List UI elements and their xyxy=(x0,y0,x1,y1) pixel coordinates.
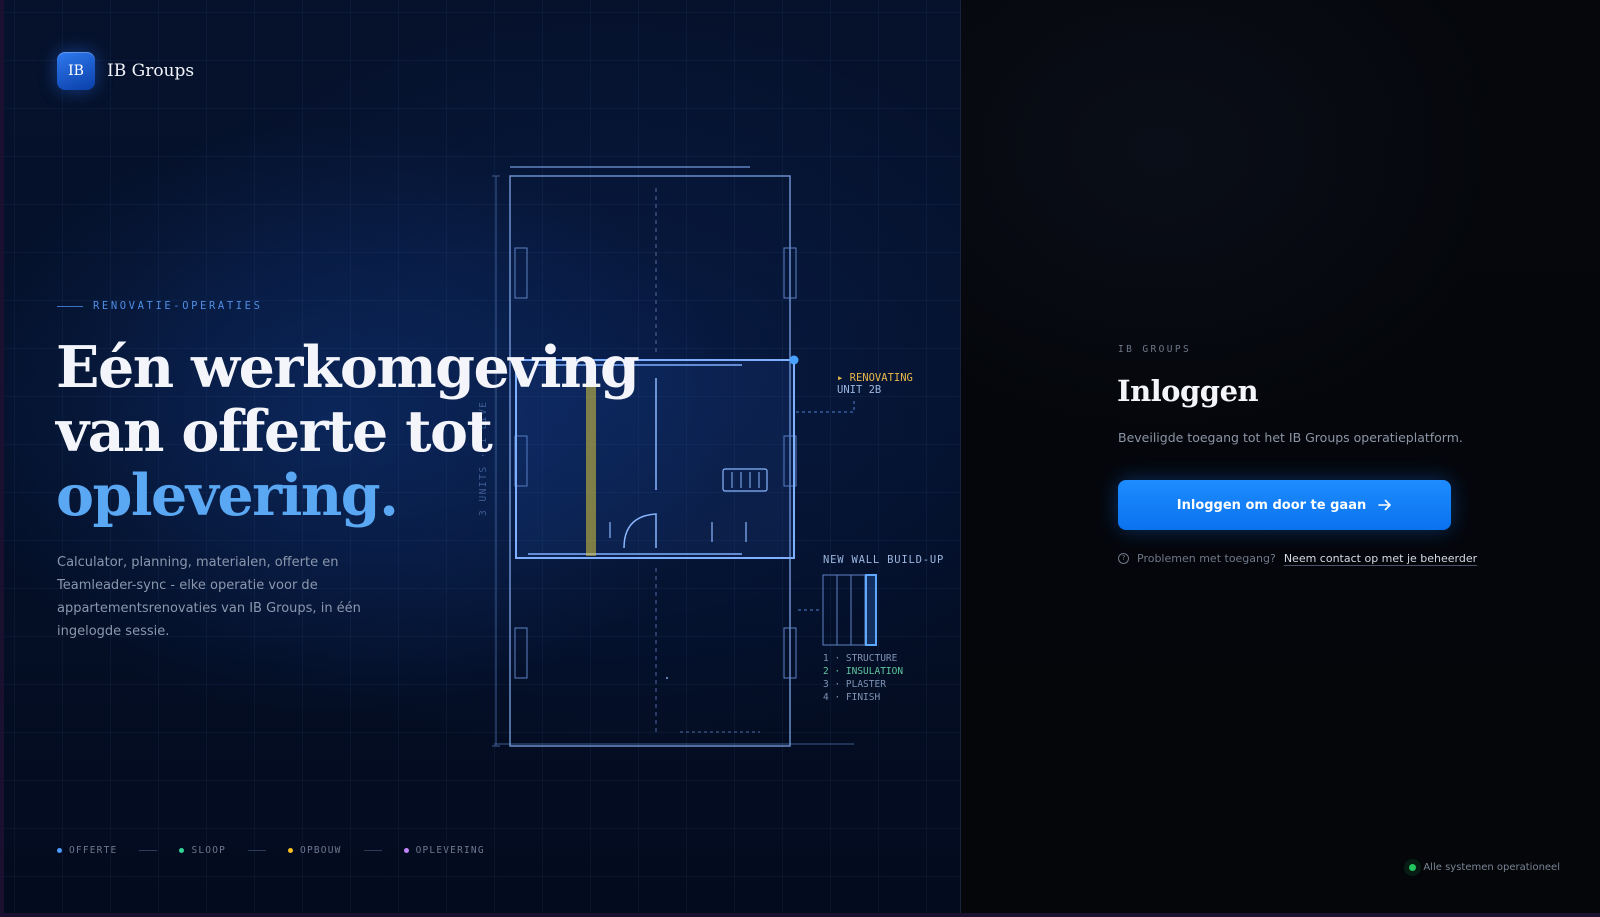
status-text: Alle systemen operationeel xyxy=(1423,862,1560,873)
login-button[interactable]: Inloggen om door te gaan xyxy=(1118,480,1451,530)
phase-label: OFFERTE xyxy=(69,845,118,856)
phase-label: OPBOUW xyxy=(300,845,342,856)
login-kicker: IB GROUPS xyxy=(1118,344,1192,355)
hero-headline: Eén werkomgeving van offerte tot oplever… xyxy=(56,336,716,528)
phase-dot xyxy=(288,848,294,853)
help-text: Problemen met toegang? xyxy=(1137,552,1276,565)
buildup-layer-structure xyxy=(822,574,838,646)
logo-badge: IB xyxy=(57,52,95,90)
buildup-layer-insulation xyxy=(836,574,852,646)
phase-opbouw: OPBOUW xyxy=(288,845,342,856)
brand-name: IB Groups xyxy=(107,61,195,81)
contact-admin-link[interactable]: Neem contact op met je beheerder xyxy=(1284,552,1477,565)
phase-separator xyxy=(139,850,158,851)
renovating-label: ▸ RENOVATING xyxy=(837,372,913,384)
access-help: ? Problemen met toegang? Neem contact op… xyxy=(1118,552,1477,565)
eyebrow-text: RENOVATIE-OPERATIES xyxy=(93,300,263,312)
headline-line-2: van offerte tot xyxy=(56,398,493,465)
layer-label: 4 · FINISH xyxy=(823,692,880,703)
brand-logo: IB IB Groups xyxy=(57,52,194,90)
phase-sloop: SLOOP xyxy=(179,845,226,856)
hero-description: Calculator, planning, materialen, offert… xyxy=(57,555,361,639)
phase-separator xyxy=(248,850,267,851)
arrow-right-icon xyxy=(1378,499,1392,511)
status-dot-icon xyxy=(1409,864,1417,871)
phase-timeline: OFFERTE SLOOP OPBOUW OPLEVERING xyxy=(57,845,485,856)
layer-label: 2 · INSULATION xyxy=(823,666,903,677)
buildup-layer-finish xyxy=(865,574,877,646)
phase-oplevering: OPLEVERING xyxy=(403,845,485,856)
plan-dot xyxy=(666,677,668,679)
plan-window xyxy=(514,247,528,299)
headline-accent: oplevering. xyxy=(56,462,399,529)
hero-eyebrow: RENOVATIE-OPERATIES xyxy=(57,300,263,312)
buildup-title: NEW WALL BUILD-UP xyxy=(823,554,944,566)
phase-label: SLOOP xyxy=(191,845,227,856)
help-circle-icon: ? xyxy=(1118,553,1129,564)
login-subtitle: Beveiligde toegang tot het IB Groups ope… xyxy=(1118,430,1463,445)
layer-label: 3 · PLASTER xyxy=(823,679,886,690)
eyebrow-line xyxy=(57,305,83,307)
plan-leader-line xyxy=(796,400,855,413)
hero-panel: IB IB Groups RENOVATIE-OPERATIES ▸ RENOV… xyxy=(4,0,961,913)
buildup-layer-plaster xyxy=(850,574,866,646)
login-button-label: Inloggen om door te gaan xyxy=(1176,497,1367,513)
phase-separator xyxy=(363,850,382,851)
plan-window xyxy=(514,627,528,679)
phase-dot xyxy=(179,848,185,853)
login-panel: IB GROUPS Inloggen Beveiligde toegang to… xyxy=(961,0,1600,913)
system-status: Alle systemen operationeel xyxy=(1409,862,1560,873)
phase-dot xyxy=(57,848,62,853)
app-frame: IB IB Groups RENOVATIE-OPERATIES ▸ RENOV… xyxy=(4,0,1600,913)
layer-label: 1 · STRUCTURE xyxy=(823,653,898,664)
plan-live-marker xyxy=(789,355,799,365)
unit-label: UNIT 2B xyxy=(837,384,881,396)
phase-offerte: OFFERTE xyxy=(57,845,117,856)
phase-dot xyxy=(403,848,409,853)
headline-line-1: Eén werkomgeving xyxy=(56,334,640,401)
login-title: Inloggen xyxy=(1117,374,1259,408)
phase-label: OPLEVERING xyxy=(415,845,485,856)
